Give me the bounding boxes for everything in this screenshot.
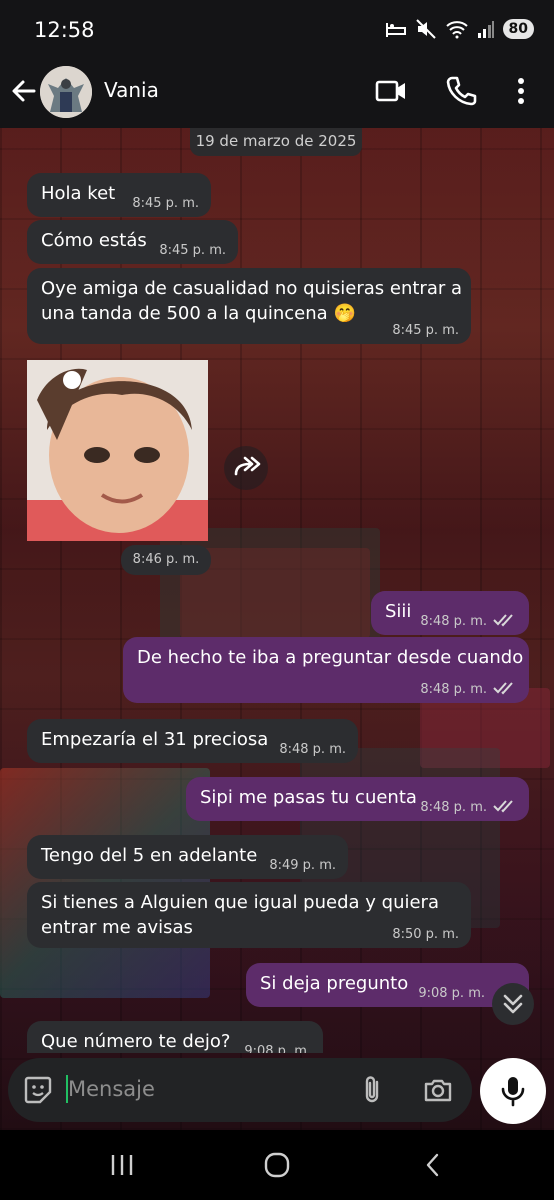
message-text: Sipi me pasas tu cuenta bbox=[200, 787, 417, 808]
message-bubble-outgoing[interactable]: De hecho te iba a preguntar desde cuando… bbox=[123, 637, 529, 703]
message-time: 8:48 p. m. bbox=[420, 613, 517, 629]
message-time: 8:48 p. m. bbox=[420, 681, 517, 697]
shushing-face-emoji: 🤭 bbox=[333, 303, 356, 324]
message-text: Si deja pregunto bbox=[260, 973, 409, 994]
message-text: Si tienes a Alguien que igual pueda y qu… bbox=[41, 890, 439, 940]
contact-avatar[interactable] bbox=[40, 66, 92, 118]
system-navigation-bar bbox=[0, 1130, 554, 1200]
message-bubble-outgoing[interactable]: Siii 8:48 p. m. bbox=[371, 591, 529, 635]
back-icon[interactable] bbox=[418, 1150, 448, 1180]
message-text: Empezaría el 31 preciosa bbox=[41, 729, 269, 750]
recent-apps-icon[interactable] bbox=[107, 1150, 137, 1180]
home-icon[interactable] bbox=[262, 1150, 292, 1180]
message-time: 8:49 p. m. bbox=[269, 858, 336, 873]
message-time: 9:08 p. m. bbox=[418, 986, 485, 1001]
message-text: Que número te dejo? bbox=[41, 1031, 231, 1052]
wifi-icon bbox=[445, 21, 468, 39]
message-text: Tengo del 5 en adelante bbox=[41, 845, 258, 866]
scroll-to-bottom-button[interactable] bbox=[492, 983, 534, 1025]
mute-icon bbox=[415, 19, 436, 39]
message-bubble-incoming[interactable]: Empezaría el 31 preciosa 8:48 p. m. bbox=[27, 719, 358, 763]
message-time: 8:48 p. m. bbox=[279, 742, 346, 757]
message-bubble-outgoing[interactable]: Sipi me pasas tu cuenta 8:48 p. m. bbox=[186, 777, 529, 821]
forward-button[interactable] bbox=[224, 446, 268, 490]
message-text: Hola ket bbox=[41, 183, 116, 204]
message-input[interactable]: Mensaje bbox=[68, 1077, 155, 1101]
message-time: 8:46 p. m. bbox=[121, 545, 211, 575]
status-bar: 12:58 80 bbox=[0, 0, 554, 62]
photo-message-image[interactable] bbox=[27, 360, 208, 541]
bed-icon bbox=[385, 23, 406, 37]
read-receipt-icon bbox=[493, 800, 513, 813]
sticker-icon[interactable] bbox=[22, 1074, 54, 1106]
read-receipt-icon bbox=[493, 682, 513, 695]
camera-icon[interactable] bbox=[422, 1074, 454, 1106]
message-input-bar: Mensaje bbox=[8, 1058, 472, 1122]
message-bubble-incoming[interactable]: Hola ket 8:45 p. m. bbox=[27, 173, 211, 217]
signal-icon bbox=[477, 21, 494, 38]
status-icons: 80 bbox=[385, 18, 534, 40]
message-text-line: Si tienes a Alguien que igual pueda y qu… bbox=[41, 892, 439, 913]
message-bubble-incoming[interactable]: Que número te dejo? 9:08 p. m. bbox=[27, 1021, 323, 1053]
message-text-line: entrar me avisas bbox=[41, 917, 193, 938]
battery-indicator: 80 bbox=[502, 19, 534, 39]
message-text-line: Oye amiga de casualidad no quisieras ent… bbox=[41, 278, 463, 299]
voice-call-icon[interactable] bbox=[444, 74, 478, 108]
message-time: 8:45 p. m. bbox=[159, 243, 226, 258]
message-time: 8:45 p. m. bbox=[132, 196, 199, 211]
read-receipt-icon bbox=[493, 614, 513, 627]
message-text: Cómo estás bbox=[41, 230, 147, 251]
message-bubble-incoming[interactable]: Si tienes a Alguien que igual pueda y qu… bbox=[27, 882, 471, 948]
voice-message-button[interactable] bbox=[480, 1058, 546, 1124]
message-text-line: una tanda de 500 a la quincena bbox=[41, 303, 328, 324]
message-time: 9:08 p. m. bbox=[244, 1044, 311, 1053]
forward-icon bbox=[234, 456, 261, 476]
microphone-icon bbox=[501, 1077, 525, 1107]
date-separator: 19 de marzo de 2025 bbox=[190, 128, 362, 156]
double-chevron-down-icon bbox=[503, 994, 523, 1014]
attach-icon[interactable] bbox=[358, 1074, 386, 1106]
message-time: 8:48 p. m. bbox=[420, 799, 517, 815]
more-options-icon[interactable] bbox=[504, 74, 538, 108]
message-bubble-incoming[interactable]: Cómo estás 8:45 p. m. bbox=[27, 220, 238, 264]
chat-header: Vania bbox=[0, 62, 554, 128]
video-call-icon[interactable] bbox=[374, 74, 408, 108]
message-time: 8:45 p. m. bbox=[392, 323, 459, 338]
contact-name[interactable]: Vania bbox=[104, 78, 159, 102]
message-bubble-incoming[interactable]: Tengo del 5 en adelante 8:49 p. m. bbox=[27, 835, 348, 879]
message-time: 8:50 p. m. bbox=[392, 927, 459, 942]
message-text: Siii bbox=[385, 601, 412, 622]
message-bubble-incoming[interactable]: Oye amiga de casualidad no quisieras ent… bbox=[27, 268, 471, 344]
message-bubble-outgoing[interactable]: Si deja pregunto 9:08 p. m. bbox=[246, 963, 529, 1007]
status-time: 12:58 bbox=[34, 18, 95, 42]
message-text: De hecho te iba a preguntar desde cuando bbox=[137, 647, 524, 668]
message-text: Oye amiga de casualidad no quisieras ent… bbox=[41, 276, 462, 326]
back-arrow-icon[interactable] bbox=[8, 75, 40, 107]
